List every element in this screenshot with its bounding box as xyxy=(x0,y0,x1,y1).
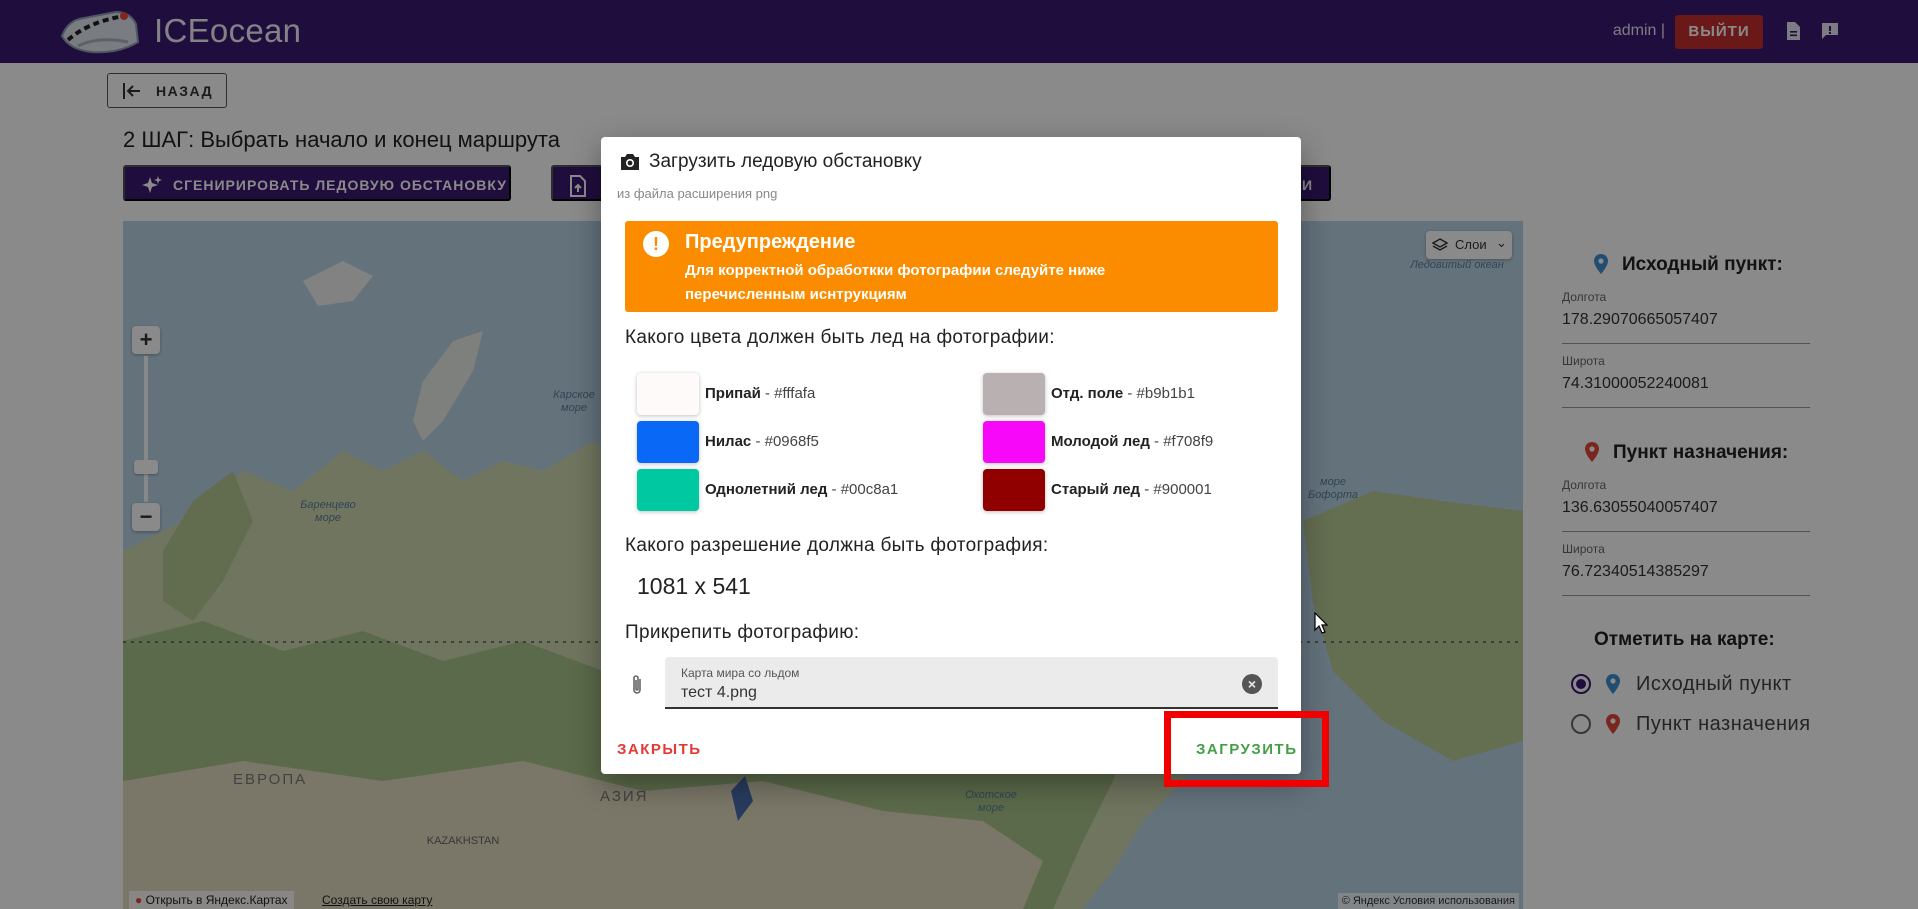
clear-icon[interactable]: × xyxy=(1242,674,1262,694)
resolution-question: Какого разрешение должна быть фотография… xyxy=(625,535,1049,556)
camera-icon xyxy=(621,154,639,170)
color-item: Припай - #fffafa xyxy=(637,373,937,415)
paperclip-icon[interactable] xyxy=(629,673,645,697)
mouse-cursor-icon xyxy=(1314,612,1328,634)
attach-question: Прикрепить фотографию: xyxy=(625,622,860,643)
color-swatch xyxy=(983,373,1045,415)
color-text: Старый лед - #900001 xyxy=(1051,481,1212,498)
color-swatch xyxy=(983,421,1045,463)
dialog-subtitle: из файла расширения png xyxy=(617,186,778,201)
resolution-value: 1081 x 541 xyxy=(637,573,751,599)
upload-button-highlight xyxy=(1164,711,1329,787)
dialog-title: Загрузить ледовую обстановку xyxy=(649,151,922,172)
color-swatch xyxy=(637,373,699,415)
color-item: Нилас - #0968f5 xyxy=(637,421,937,463)
color-text: Отд. поле - #b9b1b1 xyxy=(1051,385,1195,402)
color-swatch xyxy=(637,469,699,511)
color-item: Отд. поле - #b9b1b1 xyxy=(983,373,1283,415)
color-swatch xyxy=(983,469,1045,511)
color-item: Старый лед - #900001 xyxy=(983,469,1283,511)
color-item: Молодой лед - #f708f9 xyxy=(983,421,1283,463)
close-button[interactable]: ЗАКРЫТЬ xyxy=(617,741,702,758)
file-input[interactable]: Карта мира со льдом тест 4.png × xyxy=(665,657,1278,709)
upload-ice-dialog: Загрузить ледовую обстановку из файла ра… xyxy=(601,137,1301,774)
color-text: Нилас - #0968f5 xyxy=(705,433,819,450)
alert-title: Предупреждение xyxy=(685,231,856,253)
color-text: Припай - #fffafa xyxy=(705,385,816,402)
color-swatch xyxy=(637,421,699,463)
warning-alert: ! Предупреждение Для корректной обработк… xyxy=(625,221,1278,312)
color-question: Какого цвета должен быть лед на фотограф… xyxy=(625,327,1055,348)
color-text: Однолетний лед - #00c8a1 xyxy=(705,481,899,498)
file-input-value: тест 4.png xyxy=(681,684,757,701)
color-item: Однолетний лед - #00c8a1 xyxy=(637,469,937,511)
alert-text: Для корректной обработкки фотографии сле… xyxy=(685,262,1106,303)
color-text: Молодой лед - #f708f9 xyxy=(1051,433,1214,450)
file-input-label: Карта мира со льдом xyxy=(681,666,800,680)
warning-icon: ! xyxy=(643,231,669,257)
